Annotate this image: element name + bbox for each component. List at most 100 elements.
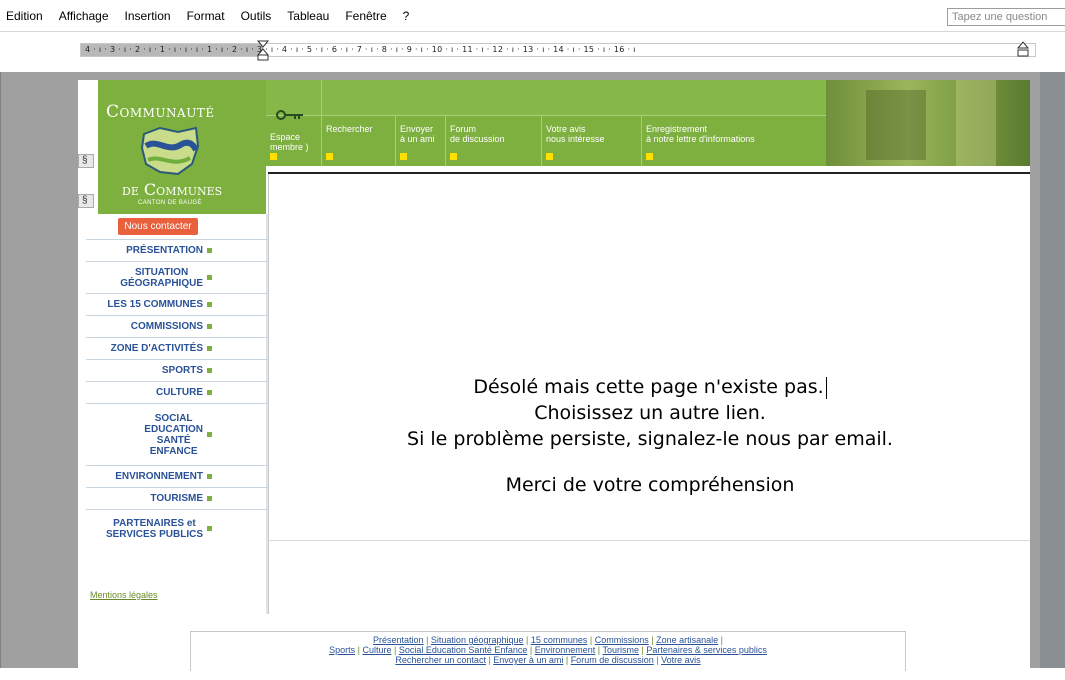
yellow-marker-icon xyxy=(450,153,457,160)
menu-edition[interactable]: Edition xyxy=(0,9,51,23)
indent-marker-icon[interactable] xyxy=(257,40,269,62)
nav-envoyer-ami[interactable]: Envoyer à un ami xyxy=(396,116,446,166)
photo-detail xyxy=(956,80,996,166)
sidebar-item-label: TOURISME xyxy=(150,493,203,504)
nav-label: Forum de discussion xyxy=(450,124,505,144)
document-canvas: Communauté de Communes CANTON DE BAUGÉ §… xyxy=(0,72,1065,680)
menu-fenetre[interactable]: Fenêtre xyxy=(337,9,394,23)
horizontal-ruler[interactable]: 4 · ı · 3 · ı · 2 · ı · 1 · ı · ı · ı · … xyxy=(80,40,1036,61)
logo-caption: CANTON DE BAUGÉ xyxy=(138,200,202,206)
error-message: Désolé mais cette page n'existe pas. Cho… xyxy=(269,374,1031,452)
footer-link[interactable]: Rechercher un contact xyxy=(395,655,486,665)
footer-row-1: Présentation | Situation géographique | … xyxy=(373,635,723,645)
vertical-scrollbar[interactable] xyxy=(1040,72,1065,668)
legal-notice-link[interactable]: Mentions légales xyxy=(90,590,158,600)
footer-link[interactable]: Présentation xyxy=(373,635,424,645)
error-line-1: Désolé mais cette page n'existe pas. xyxy=(473,376,824,398)
sidebar-item-social[interactable]: SOCIAL EDUCATION SANTÉ ENFANCE xyxy=(86,403,268,465)
sidebar-item-label: SITUATION GÉOGRAPHIQUE xyxy=(120,266,203,289)
menu-format[interactable]: Format xyxy=(179,9,233,23)
footer-link[interactable]: Situation géographique xyxy=(431,635,524,645)
menu-affichage[interactable]: Affichage xyxy=(51,9,117,23)
bullet-icon xyxy=(207,432,212,437)
bullet-icon xyxy=(207,275,212,280)
thanks-message: Merci de votre compréhension xyxy=(505,474,795,496)
sidebar-item-culture[interactable]: CULTURE xyxy=(86,381,268,403)
sidebar-item-label: SOCIAL EDUCATION SANTÉ ENFANCE xyxy=(144,412,203,457)
footer-link[interactable]: Commissions xyxy=(595,635,649,645)
nav-newsletter[interactable]: Enregistrement à notre lettre d'informat… xyxy=(642,116,826,166)
sidebar-item-label: ZONE D'ACTIVITÉS xyxy=(110,343,203,354)
footer-link[interactable]: Culture xyxy=(362,645,391,655)
sidebar-item-label: PARTENAIRES et SERVICES PUBLICS xyxy=(105,517,203,540)
footer-link[interactable]: Zone artisanale xyxy=(656,635,718,645)
footer-link[interactable]: Forum de discussion xyxy=(571,655,654,665)
text-caret xyxy=(825,376,827,399)
sidebar-item-zone-activites[interactable]: ZONE D'ACTIVITÉS xyxy=(86,337,268,359)
sidebar-item-sports[interactable]: SPORTS xyxy=(86,359,268,381)
right-indent-marker-icon[interactable] xyxy=(1017,40,1029,58)
sidebar: Nous contacter PRÉSENTATION SITUATION GÉ… xyxy=(78,214,268,614)
nav-label: Votre avis nous intéresse xyxy=(546,124,605,144)
sidebar-item-commissions[interactable]: COMMISSIONS xyxy=(86,315,268,337)
nav-rechercher[interactable]: Rechercher xyxy=(322,116,396,166)
sidebar-item-label: LES 15 COMMUNES xyxy=(107,299,203,310)
yellow-marker-icon xyxy=(326,153,333,160)
nav-label: Envoyer à un ami xyxy=(400,124,435,144)
bullet-icon xyxy=(207,346,212,351)
sidebar-item-communes[interactable]: LES 15 COMMUNES xyxy=(86,293,268,315)
bullet-icon xyxy=(207,368,212,373)
menu-insertion[interactable]: Insertion xyxy=(117,9,179,23)
nav-votre-avis[interactable]: Votre avis nous intéresse xyxy=(542,116,642,166)
bullet-icon xyxy=(207,302,212,307)
nav-label: Rechercher xyxy=(326,124,373,134)
menu-tableau[interactable]: Tableau xyxy=(279,9,337,23)
footer-link[interactable]: Sports xyxy=(329,645,355,655)
sidebar-item-situation[interactable]: SITUATION GÉOGRAPHIQUE xyxy=(86,261,268,293)
logo-block: Communauté de Communes CANTON DE BAUGÉ §… xyxy=(78,80,266,214)
footer-link[interactable]: Environnement xyxy=(535,645,596,655)
footer-link[interactable]: Tourisme xyxy=(602,645,639,655)
top-navigation: Espace membre ) Rechercher Envoyer à un … xyxy=(266,80,826,166)
footer-link[interactable]: Partenaires & services publics xyxy=(646,645,767,655)
expand-tab-icon[interactable]: § xyxy=(78,154,94,168)
sidebar-item-label: ENVIRONNEMENT xyxy=(115,471,203,482)
footer-row-2: Sports | Culture | Social Education Sant… xyxy=(329,645,767,655)
menu-outils[interactable]: Outils xyxy=(233,9,280,23)
ruler-scale: 4 · ı · 3 · ı · 2 · ı · 1 · ı · ı · ı · … xyxy=(85,45,636,54)
bullet-icon xyxy=(207,390,212,395)
bullet-icon xyxy=(207,248,212,253)
menu-help[interactable]: ? xyxy=(395,9,418,23)
ruler-area: 4 · ı · 3 · ı · 2 · ı · 1 · ı · ı · ı · … xyxy=(0,33,1065,71)
footer-link[interactable]: Envoyer à un ami xyxy=(493,655,563,665)
bullet-icon xyxy=(207,474,212,479)
key-icon xyxy=(276,110,303,120)
yellow-marker-icon xyxy=(646,153,653,160)
logo-subtitle: de Communes xyxy=(122,180,223,199)
help-question-input[interactable]: Tapez une question xyxy=(947,8,1065,26)
footer-link[interactable]: Votre avis xyxy=(661,655,701,665)
logo-title: Communauté xyxy=(106,102,215,122)
sidebar-item-presentation[interactable]: PRÉSENTATION xyxy=(86,239,268,261)
member-area-button[interactable]: Espace membre ) xyxy=(266,80,322,166)
error-line-3: Si le problème persiste, signalez-le nou… xyxy=(407,428,893,450)
sidebar-item-tourisme[interactable]: TOURISME xyxy=(86,487,268,509)
bullet-icon xyxy=(207,496,212,501)
content-divider xyxy=(268,540,1030,541)
sidebar-item-partenaires[interactable]: PARTENAIRES et SERVICES PUBLICS xyxy=(86,509,268,547)
menu-bar: Edition Affichage Insertion Format Outil… xyxy=(0,0,1065,32)
footer-links: Présentation | Situation géographique | … xyxy=(190,631,906,671)
nav-top-band xyxy=(266,80,826,116)
nav-forum[interactable]: Forum de discussion xyxy=(446,116,542,166)
yellow-marker-icon xyxy=(270,153,277,160)
document-page[interactable]: Communauté de Communes CANTON DE BAUGÉ §… xyxy=(78,80,1030,680)
photo-detail xyxy=(866,90,926,160)
contact-button[interactable]: Nous contacter xyxy=(118,218,198,235)
footer-link[interactable]: 15 communes xyxy=(531,635,588,645)
sidebar-item-environnement[interactable]: ENVIRONNEMENT xyxy=(86,465,268,487)
expand-tab-icon[interactable]: § xyxy=(78,194,94,208)
footer-row-3: Rechercher un contact | Envoyer à un ami… xyxy=(395,655,701,665)
nav-label: Enregistrement à notre lettre d'informat… xyxy=(646,124,755,144)
sidebar-item-label: SPORTS xyxy=(161,365,203,376)
footer-link[interactable]: Social Education Santé Enfance xyxy=(399,645,528,655)
